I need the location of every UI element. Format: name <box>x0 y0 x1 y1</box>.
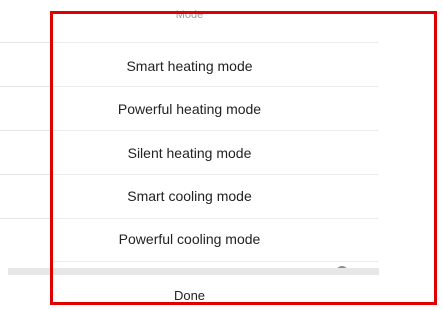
mode-action-sheet: Mode Smart heating mode Powerful heating… <box>0 0 379 309</box>
option-smart-heating[interactable]: Smart heating mode <box>0 44 379 88</box>
sheet-title: Mode <box>175 9 204 21</box>
option-divider <box>52 261 379 262</box>
sheet-separator <box>8 268 379 275</box>
option-powerful-heating[interactable]: Powerful heating mode <box>0 87 379 131</box>
option-divider <box>52 42 379 43</box>
option-silent-heating[interactable]: Silent heating mode <box>0 131 379 175</box>
done-button[interactable]: Done <box>0 284 379 308</box>
option-smart-cooling[interactable]: Smart cooling mode <box>0 174 379 218</box>
mode-picker-screen: Mode Smart heating mode Powerful heating… <box>0 0 443 309</box>
option-powerful-cooling[interactable]: Powerful cooling mode <box>0 217 379 261</box>
